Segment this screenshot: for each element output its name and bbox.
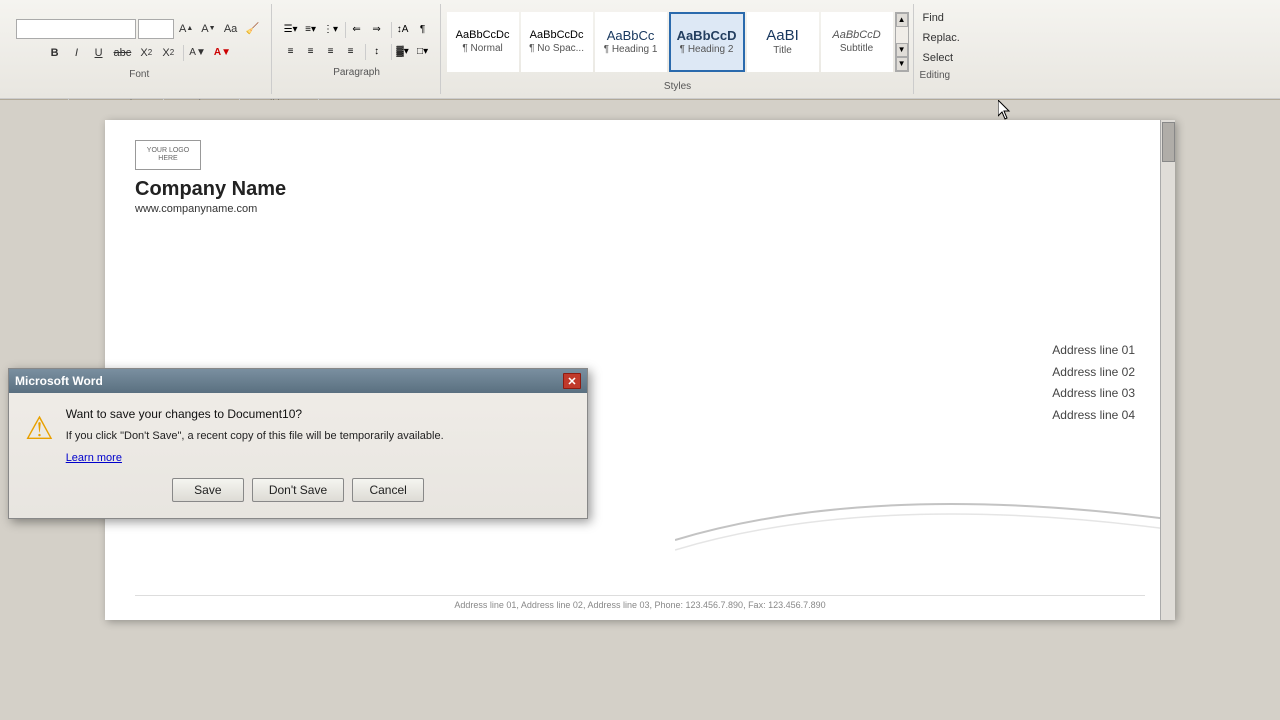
- address-block: Address line 01 Address line 02 Address …: [1052, 340, 1135, 426]
- styles-group: AaBbCcDc ¶ Normal AaBbCcDc ¶ No Spac... …: [443, 4, 914, 94]
- superscript-btn[interactable]: X2: [158, 43, 178, 63]
- styles-group-label: Styles: [447, 81, 909, 94]
- style-title-label: Title: [773, 45, 792, 56]
- scroll-down-btn[interactable]: ▼: [896, 43, 908, 57]
- align-center-btn[interactable]: ≡: [302, 43, 320, 61]
- bullets-btn[interactable]: ☰▾: [282, 21, 300, 39]
- address-line-2: Address line 02: [1052, 362, 1135, 384]
- align-right-btn[interactable]: ≡: [322, 43, 340, 61]
- scroll-up-btn[interactable]: ▲: [896, 13, 908, 27]
- subscript-btn[interactable]: X2: [136, 43, 156, 63]
- company-name: Company Name: [135, 178, 1145, 201]
- style-nospace-label: ¶ No Spac...: [529, 43, 584, 54]
- replace-btn[interactable]: Replac.: [920, 28, 963, 48]
- italic-btn[interactable]: I: [67, 43, 87, 63]
- multilevel-btn[interactable]: ⋮▾: [322, 21, 340, 39]
- style-subtitle-preview: AaBbCcD: [832, 29, 880, 42]
- sort-btn[interactable]: ↕A: [394, 21, 412, 39]
- style-title-preview: AaBI: [766, 27, 799, 45]
- clear-format-btn[interactable]: 🧹: [243, 19, 263, 39]
- dialog-text-area: Want to save your changes to Document10?…: [66, 407, 571, 466]
- save-button[interactable]: Save: [172, 478, 244, 502]
- select-btn[interactable]: Select: [920, 48, 957, 68]
- address-line-4: Address line 04: [1052, 405, 1135, 427]
- style-heading1[interactable]: AaBbCc ¶ Heading 1: [595, 12, 667, 72]
- dialog-info: If you click "Don't Save", a recent copy…: [66, 429, 571, 444]
- font-size-input[interactable]: 9: [138, 19, 174, 39]
- editing-group-label: Editing: [920, 70, 963, 81]
- ribbon: Calibri (Body) 9 A▲ A▼ Aa 🧹 B I U abc X2…: [0, 0, 1280, 100]
- style-heading2[interactable]: AaBbCcD ¶ Heading 2: [669, 12, 745, 72]
- strikethrough-btn[interactable]: abc: [111, 43, 135, 63]
- save-dialog[interactable]: Microsoft Word ✕ ⚠ Want to save your cha…: [8, 368, 588, 519]
- dialog-titlebar: Microsoft Word ✕: [9, 369, 587, 393]
- dialog-buttons: Save Don't Save Cancel: [25, 478, 571, 502]
- address-line-1: Address line 01: [1052, 340, 1135, 362]
- dialog-title: Microsoft Word: [15, 374, 103, 388]
- font-color-btn[interactable]: A▼: [211, 43, 234, 63]
- style-subtitle-label: Subtitle: [840, 43, 873, 54]
- numbering-btn[interactable]: ≡▾: [302, 21, 320, 39]
- increase-indent-btn[interactable]: ⇒: [368, 21, 386, 39]
- dialog-content: ⚠ Want to save your changes to Document1…: [25, 407, 571, 466]
- decorative-curve: [675, 460, 1175, 580]
- align-left-btn[interactable]: ≡: [282, 43, 300, 61]
- font-group: Calibri (Body) 9 A▲ A▼ Aa 🧹 B I U abc X2…: [8, 4, 272, 94]
- font-name-input[interactable]: Calibri (Body): [16, 19, 136, 39]
- document-footer: Address line 01, Address line 02, Addres…: [135, 595, 1145, 610]
- scrollbar-thumb[interactable]: [1162, 122, 1175, 162]
- shading-btn[interactable]: ▓▾: [394, 43, 412, 61]
- line-spacing-btn[interactable]: ↕: [368, 43, 386, 61]
- paragraph-group-label: Paragraph: [333, 67, 380, 78]
- editing-group: Find Replac. Select Editing: [916, 4, 967, 94]
- show-para-btn[interactable]: ¶: [414, 21, 432, 39]
- style-subtitle[interactable]: AaBbCcD Subtitle: [821, 12, 893, 72]
- borders-btn[interactable]: □▾: [414, 43, 432, 61]
- find-btn[interactable]: Find: [920, 8, 947, 28]
- style-h2-label: ¶ Heading 2: [680, 44, 734, 55]
- style-nospace-preview: AaBbCcDc: [530, 29, 584, 42]
- dialog-question: Want to save your changes to Document10?: [66, 407, 571, 421]
- style-nospace[interactable]: AaBbCcDc ¶ No Spac...: [521, 12, 593, 72]
- vertical-scrollbar[interactable]: [1160, 120, 1175, 620]
- decrease-font-btn[interactable]: A▼: [198, 19, 218, 39]
- font-group-label: Font: [129, 69, 149, 80]
- style-normal-label: ¶ Normal: [462, 43, 502, 54]
- style-normal[interactable]: AaBbCcDc ¶ Normal: [447, 12, 519, 72]
- decrease-indent-btn[interactable]: ⇐: [348, 21, 366, 39]
- warning-icon: ⚠: [25, 409, 54, 466]
- style-h1-preview: AaBbCc: [607, 28, 655, 44]
- style-h2-preview: AaBbCcD: [677, 28, 737, 44]
- logo-box: YOUR LOGOHERE: [135, 140, 201, 170]
- address-line-3: Address line 03: [1052, 383, 1135, 405]
- styles-scrollbar[interactable]: ▲ ▼ ▼: [895, 12, 909, 72]
- increase-font-btn[interactable]: A▲: [176, 19, 196, 39]
- style-title[interactable]: AaBI Title: [747, 12, 819, 72]
- dialog-close-btn[interactable]: ✕: [563, 373, 581, 389]
- underline-btn[interactable]: U: [89, 43, 109, 63]
- dialog-body: ⚠ Want to save your changes to Document1…: [9, 393, 587, 518]
- text-highlight-btn[interactable]: A▼: [186, 43, 209, 63]
- paragraph-group: ☰▾ ≡▾ ⋮▾ ⇐ ⇒ ↕A ¶ ≡ ≡ ≡ ≡ ↕ ▓▾ □▾: [274, 4, 441, 94]
- justify-btn[interactable]: ≡: [342, 43, 360, 61]
- dont-save-button[interactable]: Don't Save: [252, 478, 344, 502]
- scroll-more-btn[interactable]: ▼: [896, 57, 908, 71]
- cancel-button[interactable]: Cancel: [352, 478, 424, 502]
- bold-btn[interactable]: B: [45, 43, 65, 63]
- style-normal-preview: AaBbCcDc: [456, 29, 510, 42]
- change-case-btn[interactable]: Aa: [221, 19, 241, 39]
- company-website: www.companyname.com: [135, 203, 1145, 215]
- style-h1-label: ¶ Heading 1: [604, 44, 658, 55]
- learn-more-link[interactable]: Learn more: [66, 452, 122, 464]
